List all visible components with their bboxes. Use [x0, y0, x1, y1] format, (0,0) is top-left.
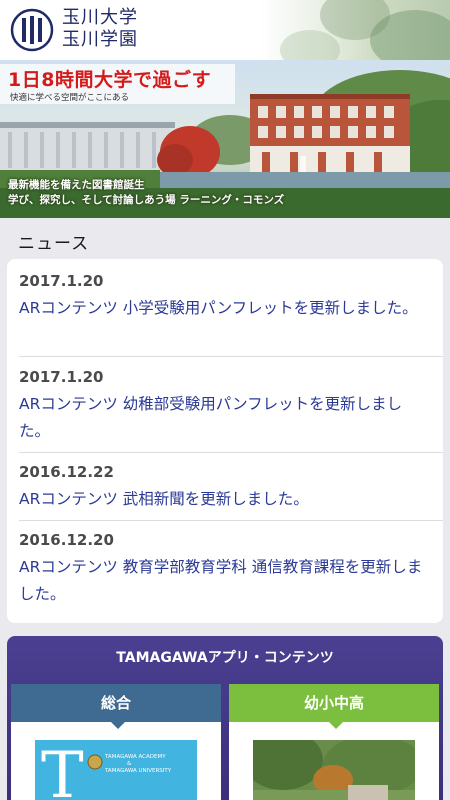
- banner-caption-line2: 学び、探究し、そして討論しあう場 ラーニング・コモンズ: [8, 194, 285, 206]
- tab-kindergarten-to-high[interactable]: 幼小中高: [229, 684, 439, 722]
- app-header: 玉川大学 玉川学園: [0, 0, 450, 60]
- school-photo-thumbnail[interactable]: [253, 740, 415, 800]
- news-date: 2017.1.20: [19, 368, 104, 386]
- banner-caption-line1: 最新機能を備えた図書館誕生: [8, 179, 145, 191]
- news-date: 2016.12.20: [19, 531, 114, 549]
- letter-t-logo-icon: T: [41, 739, 84, 800]
- tab-pointer: [111, 722, 125, 729]
- news-link[interactable]: ARコンテンツ 幼稚部受験用パンフレットを更新しました。: [19, 391, 431, 445]
- news-date: 2017.1.20: [19, 272, 104, 290]
- news-section-heading: ニュース: [18, 234, 90, 254]
- news-date: 2016.12.22: [19, 463, 114, 481]
- tab-general[interactable]: 総合: [11, 684, 221, 722]
- academy-seal-icon: [87, 754, 103, 770]
- apps-panel-title: TAMAGAWAアプリ・コンテンツ: [116, 650, 334, 666]
- banner-subtitle: 快適に学べる空間がここにある: [10, 93, 130, 103]
- kindergarten-tab-content: [229, 722, 439, 800]
- news-link[interactable]: ARコンテンツ 武相新聞を更新しました。: [19, 486, 431, 513]
- university-logo-icon[interactable]: [10, 8, 54, 52]
- university-logo-text[interactable]: 玉川大学 玉川学園: [62, 7, 138, 51]
- apps-contents-panel: TAMAGAWAアプリ・コンテンツ 総合 幼小中高 T TAMAGAWA ACA…: [7, 636, 443, 800]
- logo-line-academy: 玉川学園: [62, 29, 138, 50]
- academy-thumbnail-text: TAMAGAWA ACADEMY & TAMAGAWA UNIVERSITY: [105, 754, 172, 774]
- news-item[interactable]: 2017.1.20 ARコンテンツ 幼稚部受験用パンフレットを更新しました。: [19, 367, 431, 445]
- hero-banner[interactable]: 1日8時間大学で過ごす 快適に学べる空間がここにある 最新機能を備えた図書館誕生…: [0, 60, 450, 218]
- news-item[interactable]: 2016.12.20 ARコンテンツ 教育学部教育学科 通信教育課程を更新しまし…: [19, 530, 431, 608]
- news-item[interactable]: 2016.12.22 ARコンテンツ 武相新聞を更新しました。: [19, 462, 431, 513]
- news-link[interactable]: ARコンテンツ 小学受験用パンフレットを更新しました。: [19, 295, 431, 322]
- news-list: 2017.1.20 ARコンテンツ 小学受験用パンフレットを更新しました。 20…: [7, 259, 443, 623]
- logo-line-university: 玉川大学: [62, 7, 138, 28]
- divider: [19, 520, 443, 521]
- divider: [19, 452, 443, 453]
- tab-pointer: [329, 722, 343, 729]
- banner-headline: 1日8時間大学で過ごす: [8, 69, 212, 91]
- academy-app-thumbnail[interactable]: T TAMAGAWA ACADEMY & TAMAGAWA UNIVERSITY: [35, 740, 197, 800]
- news-link[interactable]: ARコンテンツ 教育学部教育学科 通信教育課程を更新しました。: [19, 554, 431, 608]
- news-item[interactable]: 2017.1.20 ARコンテンツ 小学受験用パンフレットを更新しました。: [19, 271, 431, 322]
- header-foliage-image: [260, 0, 450, 60]
- general-tab-content: T TAMAGAWA ACADEMY & TAMAGAWA UNIVERSITY: [11, 722, 221, 800]
- divider: [19, 356, 443, 357]
